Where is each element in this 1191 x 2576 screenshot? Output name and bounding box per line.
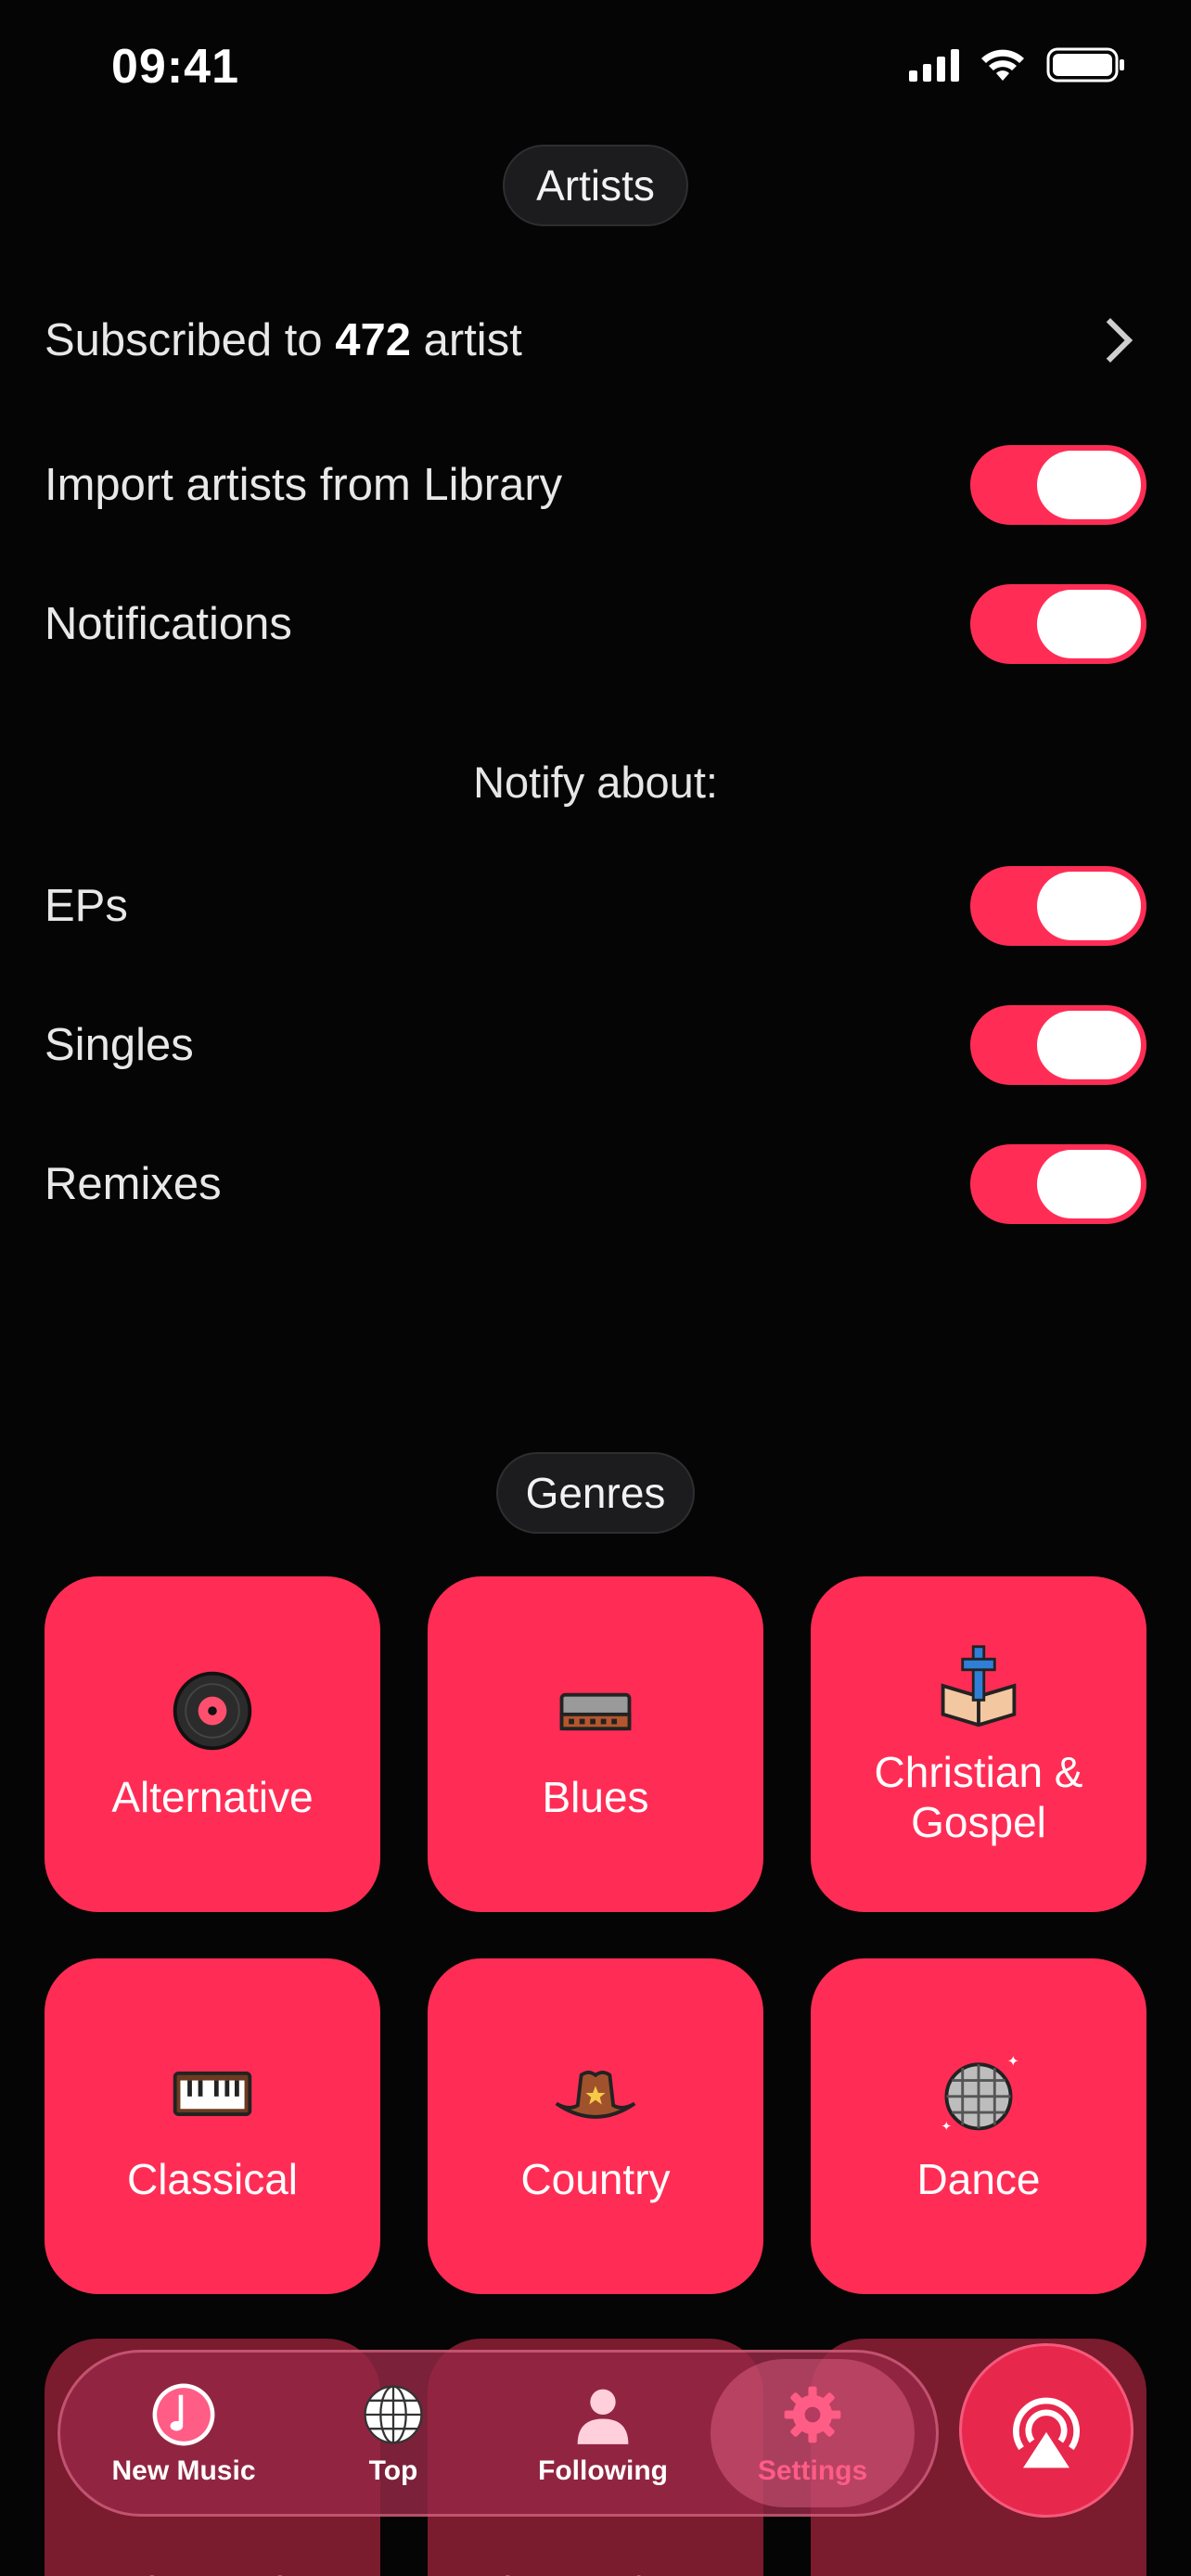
notify-remixes-label: Remixes [45,1159,222,1209]
disco-ball-icon: ✦ ✦ [934,2048,1023,2137]
piano-keyboard-icon [168,2048,257,2137]
genre-label: Country [520,2154,671,2203]
notifications-toggle[interactable] [970,584,1146,664]
tab-bar: New Music Top Following Settings [58,2350,939,2517]
cowboy-hat-icon [551,2048,640,2137]
notify-eps-row: EPs [45,864,1146,948]
notify-remixes-toggle[interactable] [970,1144,1146,1224]
genre-label: Christian & Gospel [874,1747,1083,1846]
artists-section-title: Artists [503,145,688,226]
airplay-button[interactable] [959,2343,1133,2518]
tab-settings[interactable]: Settings [711,2359,915,2507]
cellular-signal-icon [909,48,959,82]
genre-label: Dance [916,2154,1041,2203]
genre-tile-dance[interactable]: ✦ ✦ Dance [811,1958,1146,2294]
notify-remixes-row: Remixes [45,1142,1146,1226]
svg-text:✦: ✦ [941,2119,952,2133]
tab-new-music[interactable]: New Music [82,2359,286,2507]
genre-tile-classical[interactable]: Classical [45,1958,380,2294]
status-time: 09:41 [111,40,239,94]
import-artists-row: Import artists from Library [45,443,1146,527]
genres-section-title: Genres [496,1452,695,1534]
tab-top[interactable]: Top [291,2359,495,2507]
battery-icon [1046,47,1124,83]
subscribed-label: Subscribed to 472 artist [45,315,522,365]
genres-grid: Alternative Blues Christian & Gospel Cla… [45,1576,1146,2294]
genre-label: Classical [126,2154,299,2203]
import-artists-toggle[interactable] [970,445,1146,525]
tab-following[interactable]: Following [501,2359,705,2507]
notify-singles-toggle[interactable] [970,1005,1146,1085]
notify-eps-label: EPs [45,881,128,931]
genre-tile-blues[interactable]: Blues [428,1576,763,1912]
person-icon [577,2389,629,2444]
notify-about-heading: Notify about: [473,758,718,807]
genre-tile-alternative[interactable]: Alternative [45,1576,380,1912]
import-artists-label: Import artists from Library [45,460,563,510]
notifications-label: Notifications [45,599,292,649]
notifications-row: Notifications [45,582,1146,666]
gear-icon [784,2386,841,2443]
wifi-icon [981,49,1024,81]
svg-text:✦: ✦ [1007,2054,1019,2070]
music-note-icon [152,2383,215,2446]
notify-singles-label: Singles [45,1020,194,1070]
subscribed-count: 472 [335,315,412,365]
bible-cross-icon [934,1641,1023,1730]
notify-singles-row: Singles [45,1003,1146,1087]
status-icons [909,46,1126,83]
airplay-icon [1013,2397,1080,2468]
globe-icon [364,2385,423,2444]
chevron-right-icon [1087,317,1133,363]
harmonica-icon [551,1666,640,1755]
genre-tile-christian-gospel[interactable]: Christian & Gospel [811,1576,1146,1912]
vinyl-record-icon [168,1666,257,1755]
genre-label: Alternative [111,1772,314,1821]
notify-eps-toggle[interactable] [970,866,1146,946]
genre-label: Blues [542,1772,649,1821]
genre-tile-country[interactable]: Country [428,1958,763,2294]
subscribed-artists-row[interactable]: Subscribed to 472 artist [45,299,1146,382]
